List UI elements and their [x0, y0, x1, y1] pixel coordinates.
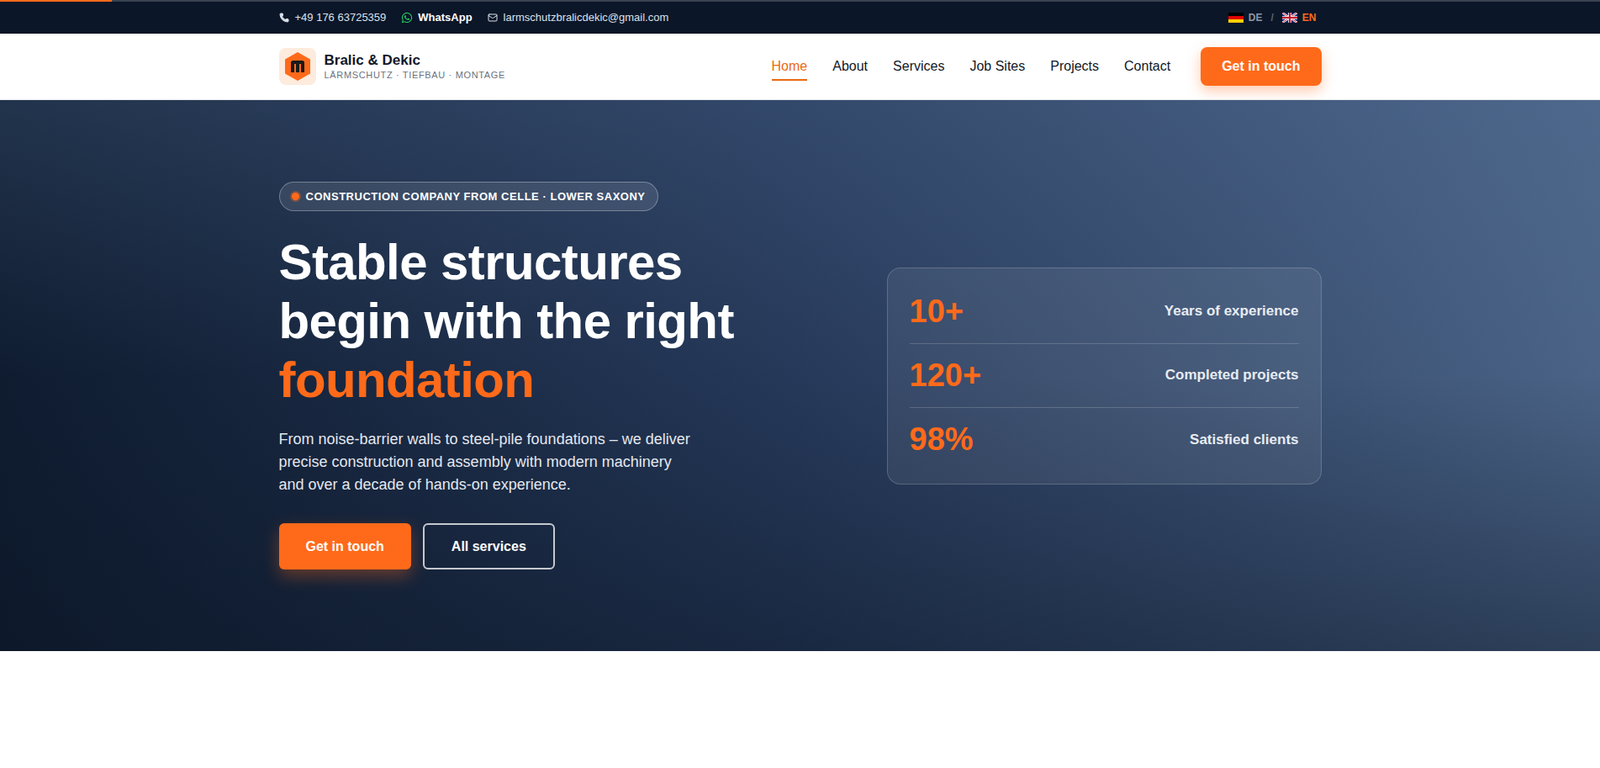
- top-bar: +49 176 63725359 WhatsApp larmschutzbralic…: [0, 0, 1600, 34]
- nav-item[interactable]: Job Sites: [969, 52, 1025, 81]
- whatsapp-link[interactable]: WhatsApp: [401, 9, 472, 27]
- stat-row: 120+ Completed projects: [909, 343, 1300, 408]
- stat-label: Years of experience: [1164, 300, 1300, 323]
- mail-icon: [487, 12, 498, 23]
- hero-outline-button[interactable]: All services: [422, 522, 555, 570]
- language-separator: /: [1270, 10, 1273, 26]
- language-switch: DE / EN: [1228, 10, 1322, 26]
- hero-photo: [0, 100, 1600, 651]
- whatsapp-icon: [401, 11, 413, 24]
- stat-row: 10+ Years of experience: [909, 279, 1300, 344]
- brand[interactable]: Bralic & DekicLÄRMSCHUTZ · TIEFBAU · MON…: [279, 47, 507, 85]
- scroll-progress-bar: [0, 0, 112, 2]
- stats-card: 10+ Years of experience 120+ Completed proj…: [887, 267, 1322, 485]
- stat-label: Satisfied clients: [1189, 428, 1299, 451]
- phone-icon: [279, 12, 290, 23]
- logo-icon[interactable]: [279, 47, 317, 85]
- uk-flag-icon: [1282, 12, 1298, 23]
- brand-name: Bralic & Dekic: [324, 52, 507, 69]
- stat-value: 120+: [909, 351, 983, 400]
- hero-text: From noise-barrier walls to steel-pile f…: [279, 427, 700, 497]
- nav-item[interactable]: Home: [771, 52, 808, 81]
- stat-row: 98% Satisfied clients: [909, 407, 1300, 472]
- page: +49 176 63725359 WhatsApp larmschutzbralic…: [0, 0, 1600, 768]
- nav-item[interactable]: Projects: [1050, 52, 1099, 81]
- phone-link[interactable]: +49 176 63725359: [279, 9, 387, 27]
- hero-title-accent: foundation: [279, 350, 734, 410]
- email-link[interactable]: larmschutzbralicdekic@gmail.com: [487, 9, 670, 27]
- site-header: Bralic & DekicLÄRMSCHUTZ · TIEFBAU · MON…: [0, 33, 1600, 101]
- nav-item[interactable]: Contact: [1124, 52, 1171, 81]
- nav-item[interactable]: Services: [892, 52, 945, 81]
- hero-title: Stable structuresbegin with the rightfou…: [279, 232, 734, 410]
- language-option[interactable]: EN: [1282, 10, 1317, 26]
- hero-badge: CONSTRUCTION COMPANY FROM CELLE · LOWER …: [279, 181, 659, 212]
- language-option[interactable]: DE: [1228, 10, 1263, 26]
- brand-tagline: LÄRMSCHUTZ · TIEFBAU · MONTAGE: [324, 68, 507, 81]
- hero-content: CONSTRUCTION COMPANY FROM CELLE · LOWER …: [279, 181, 734, 570]
- main-nav: Home About Services Job Sites Projects Contac…: [771, 52, 1172, 81]
- stat-value: 10+: [909, 287, 964, 336]
- hero-primary-button[interactable]: Get in touch: [279, 522, 412, 570]
- stat-value: 98%: [909, 415, 974, 464]
- get-in-touch-button[interactable]: Get in touch: [1200, 47, 1321, 86]
- nav-item[interactable]: About: [832, 52, 868, 81]
- germany-flag-icon: [1228, 12, 1244, 23]
- badge-dot-icon: [291, 192, 300, 201]
- stat-label: Completed projects: [1165, 364, 1300, 386]
- hero: CONSTRUCTION COMPANY FROM CELLE · LOWER …: [0, 100, 1600, 651]
